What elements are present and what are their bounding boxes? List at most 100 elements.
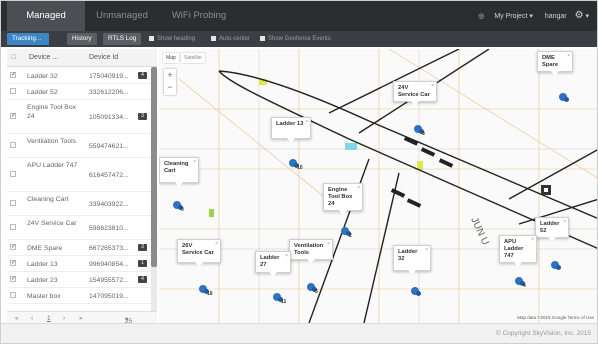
device-id: 339403922... bbox=[89, 201, 129, 208]
list-item[interactable]: Ladder 52 332612206... bbox=[7, 84, 151, 100]
project-dropdown[interactable]: My Project ▾ bbox=[488, 13, 533, 20]
app-window: Managed Unmanaged WiFi Probing ◎ My Proj… bbox=[0, 0, 598, 344]
footer: © Copyright SkyVision, Inc. 2015 bbox=[1, 323, 597, 343]
column-device-id[interactable]: Device Id bbox=[89, 49, 118, 67]
close-icon[interactable]: × bbox=[305, 119, 308, 126]
marker-card-engine-tool-box[interactable]: × Engine Tool Box 24 bbox=[323, 183, 363, 215]
floorplan-map[interactable]: JUN U bbox=[159, 49, 598, 323]
toolbar: Tracking... History RTLS Log Show headin… bbox=[1, 31, 597, 47]
list-item[interactable]: ✓ Ladder 23 154955572... 4 bbox=[7, 272, 151, 288]
close-icon[interactable]: × bbox=[285, 253, 288, 260]
close-icon[interactable]: × bbox=[431, 83, 434, 90]
row-checkbox[interactable] bbox=[10, 200, 16, 206]
select-all-checkbox[interactable]: ☐ bbox=[11, 49, 16, 67]
row-checkbox[interactable]: ✓ bbox=[10, 260, 16, 266]
row-checkbox[interactable] bbox=[10, 171, 16, 177]
column-device[interactable]: Device ... bbox=[29, 49, 58, 67]
map-pin-icon[interactable] bbox=[289, 159, 299, 168]
zoom-control: + − bbox=[164, 69, 176, 95]
row-checkbox[interactable]: ✓ bbox=[10, 72, 16, 78]
zoom-in-button[interactable]: + bbox=[164, 69, 176, 81]
satellite-type-button[interactable]: Satellite bbox=[181, 53, 205, 63]
map-pin-icon[interactable] bbox=[411, 287, 421, 296]
page-size-select[interactable]: 25 ▾ bbox=[125, 315, 132, 325]
marker-card-26v-service-car[interactable]: × 26V Service Car bbox=[177, 239, 221, 267]
device-name: 24V Service Car bbox=[27, 220, 77, 227]
close-icon[interactable]: × bbox=[563, 219, 566, 226]
chevron-down-icon[interactable]: ▾ bbox=[585, 13, 589, 20]
auto-center-label: Auto-center bbox=[219, 36, 251, 42]
close-icon[interactable]: × bbox=[357, 185, 360, 192]
row-checkbox[interactable] bbox=[10, 292, 16, 298]
last-page-button[interactable]: » bbox=[79, 315, 83, 322]
first-page-button[interactable]: « bbox=[15, 315, 19, 322]
show-geofence-checkbox[interactable]: Show Geofence Events bbox=[260, 33, 331, 45]
next-page-button[interactable]: › bbox=[63, 315, 65, 322]
map-pin-icon[interactable] bbox=[273, 293, 283, 302]
page-number[interactable]: 1 bbox=[47, 315, 51, 322]
history-button[interactable]: History bbox=[67, 33, 97, 45]
show-heading-checkbox[interactable]: Show heading bbox=[149, 33, 195, 45]
marker-label: Engine Tool Box 24 bbox=[328, 187, 353, 207]
marker-card-ladder-13[interactable]: × Ladder 13 bbox=[271, 117, 311, 143]
device-panel: ☐ Device ... Device Id ✓ Ladder 32 1750409… bbox=[7, 49, 157, 327]
map-pin-icon[interactable] bbox=[199, 285, 209, 294]
map-pin-icon[interactable] bbox=[341, 227, 351, 236]
close-icon[interactable]: × bbox=[531, 237, 534, 244]
device-name: Ventilation Tools bbox=[27, 138, 76, 145]
map-type-button[interactable]: Map bbox=[163, 53, 179, 63]
tab-wifi-probing[interactable]: WiFi Probing bbox=[159, 1, 239, 31]
row-checkbox[interactable]: ✓ bbox=[10, 244, 16, 250]
marker-card-apu-ladder-747[interactable]: × APU Ladder 747 bbox=[499, 235, 537, 267]
list-item[interactable]: 24V Service Car 598623810... bbox=[7, 216, 151, 240]
list-item[interactable]: ✓ Ladder 32 175040919... 4 bbox=[7, 68, 151, 84]
map-pin-icon[interactable] bbox=[559, 93, 569, 102]
tracking-button[interactable]: Tracking... bbox=[7, 33, 49, 45]
close-icon[interactable]: × bbox=[193, 159, 196, 166]
map-pin-icon[interactable] bbox=[515, 277, 525, 286]
gear-icon[interactable]: ⚙ bbox=[575, 10, 584, 21]
list-item[interactable]: ✓ DME Spare 667265373... 3 bbox=[7, 240, 151, 256]
list-item[interactable]: Ventilation Tools 559474621... bbox=[7, 134, 151, 158]
marker-card-24v-service-car[interactable]: × 24V Service Car bbox=[393, 81, 437, 106]
device-id: 147095019... bbox=[89, 293, 129, 300]
list-item[interactable]: APU Ladder 747 616457472... bbox=[7, 158, 151, 192]
list-item[interactable]: ✓ Engine Tool Box 24 105091334... 3 bbox=[7, 100, 151, 134]
close-icon[interactable]: × bbox=[567, 53, 570, 60]
close-icon[interactable]: × bbox=[215, 241, 218, 248]
marker-card-ladder-52[interactable]: × Ladder 52 bbox=[535, 217, 569, 242]
marker-card-cleaning-cart[interactable]: × Cleaning Cart bbox=[159, 157, 199, 187]
close-icon[interactable]: × bbox=[425, 247, 428, 254]
scrollbar[interactable] bbox=[151, 67, 157, 311]
tab-managed[interactable]: Managed bbox=[7, 1, 85, 31]
marker-card-ladder-32[interactable]: × Ladder 32 bbox=[393, 245, 431, 275]
close-icon[interactable]: × bbox=[327, 241, 330, 248]
aircraft-engines bbox=[390, 136, 454, 208]
list-item[interactable]: Master box 147095019... bbox=[7, 288, 151, 304]
user-label[interactable]: hangar bbox=[545, 13, 567, 20]
zoom-out-button[interactable]: − bbox=[164, 81, 176, 93]
map-attribution[interactable]: Map data ©2015 Google Terms of Use bbox=[515, 315, 596, 320]
count-badge: 3 bbox=[138, 244, 147, 251]
row-checkbox[interactable]: ✓ bbox=[10, 276, 16, 282]
tab-unmanaged[interactable]: Unmanaged bbox=[87, 1, 157, 31]
map-pin-icon[interactable] bbox=[307, 283, 317, 292]
map-view[interactable]: JUN U Map Satellite + − × DME Spare × 24V … bbox=[159, 49, 598, 323]
row-checkbox[interactable] bbox=[10, 224, 16, 230]
marker-card-ventilation-tools[interactable]: × Ventilation Tools bbox=[289, 239, 333, 264]
marker-card-dme-spare[interactable]: × DME Spare bbox=[537, 51, 573, 76]
row-checkbox[interactable] bbox=[10, 88, 16, 94]
row-checkbox[interactable] bbox=[10, 142, 16, 148]
checkbox-box bbox=[149, 35, 154, 41]
rtls-log-button[interactable]: RTLS Log bbox=[103, 33, 142, 45]
list-item[interactable]: ✓ Ladder 13 996940854... 1 bbox=[7, 256, 151, 272]
row-checkbox[interactable]: ✓ bbox=[10, 113, 16, 119]
map-pin-icon[interactable] bbox=[551, 261, 561, 270]
map-pin-icon[interactable] bbox=[414, 125, 424, 134]
auto-center-checkbox[interactable]: Auto-center bbox=[211, 33, 250, 45]
marker-card-ladder-27[interactable]: × Ladder 27 bbox=[255, 251, 291, 277]
map-pin-icon[interactable] bbox=[173, 201, 183, 210]
list-item[interactable]: Cleaning Cart 339403922... bbox=[7, 192, 151, 216]
prev-page-button[interactable]: ‹ bbox=[31, 315, 33, 322]
scrollbar-thumb[interactable] bbox=[151, 67, 157, 267]
